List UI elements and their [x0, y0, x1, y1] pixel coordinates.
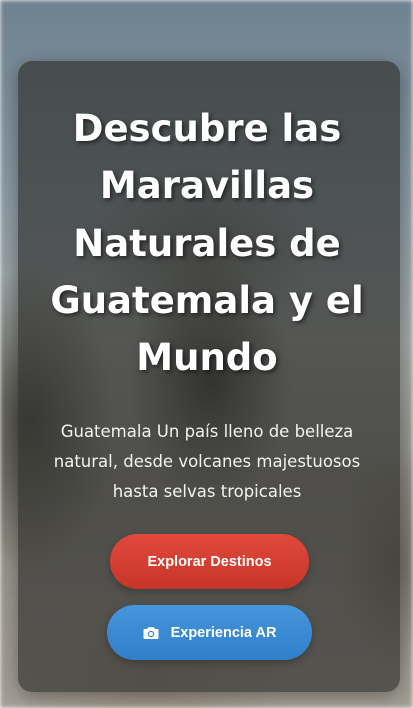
explore-destinations-label: Explorar Destinos	[147, 553, 272, 570]
hero-title: Descubre las Maravillas Naturales de Gua…	[50, 107, 364, 380]
explore-destinations-button[interactable]: Explorar Destinos	[110, 534, 309, 589]
ar-experience-button[interactable]: Experiencia AR	[107, 605, 312, 660]
camera-icon	[143, 626, 159, 640]
hero-subtitle: Guatemala Un país lleno de belleza natur…	[53, 422, 361, 502]
ar-experience-label: Experiencia AR	[170, 624, 277, 641]
